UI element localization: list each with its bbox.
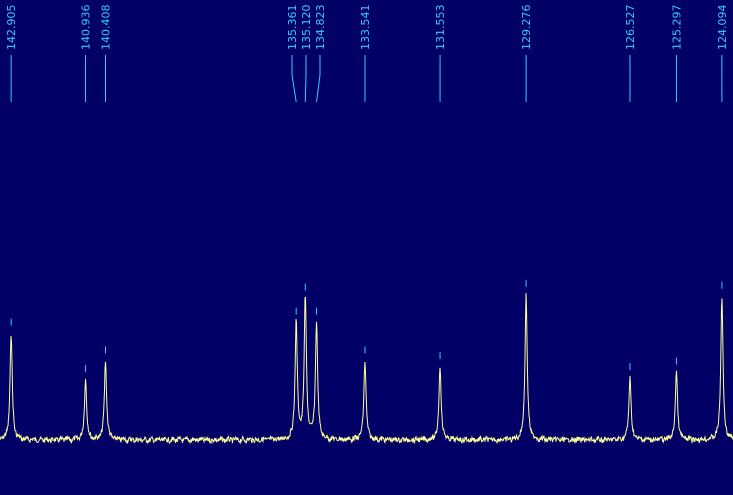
peak-label-135.120: 135.120 (300, 5, 313, 51)
peak-label-140.936: 140.936 (80, 5, 93, 51)
peak-label-124.094: 124.094 (716, 5, 729, 51)
peak-label-125.297: 125.297 (670, 5, 683, 51)
peak-label-133.541: 133.541 (359, 5, 372, 51)
plot-background (0, 0, 733, 495)
peak-label-126.527: 126.527 (624, 5, 637, 51)
peak-label-135.361: 135.361 (286, 5, 299, 51)
peak-label-140.408: 140.408 (99, 5, 112, 51)
peak-label-129.276: 129.276 (520, 5, 533, 51)
nmr-spectrum: 142.905 140.936 140.408 135.361 135.120 134.8… (0, 0, 733, 495)
peak-label-134.823: 134.823 (314, 5, 327, 51)
peak-label-142.905: 142.905 (5, 5, 18, 51)
peak-label-131.553: 131.553 (434, 5, 447, 51)
